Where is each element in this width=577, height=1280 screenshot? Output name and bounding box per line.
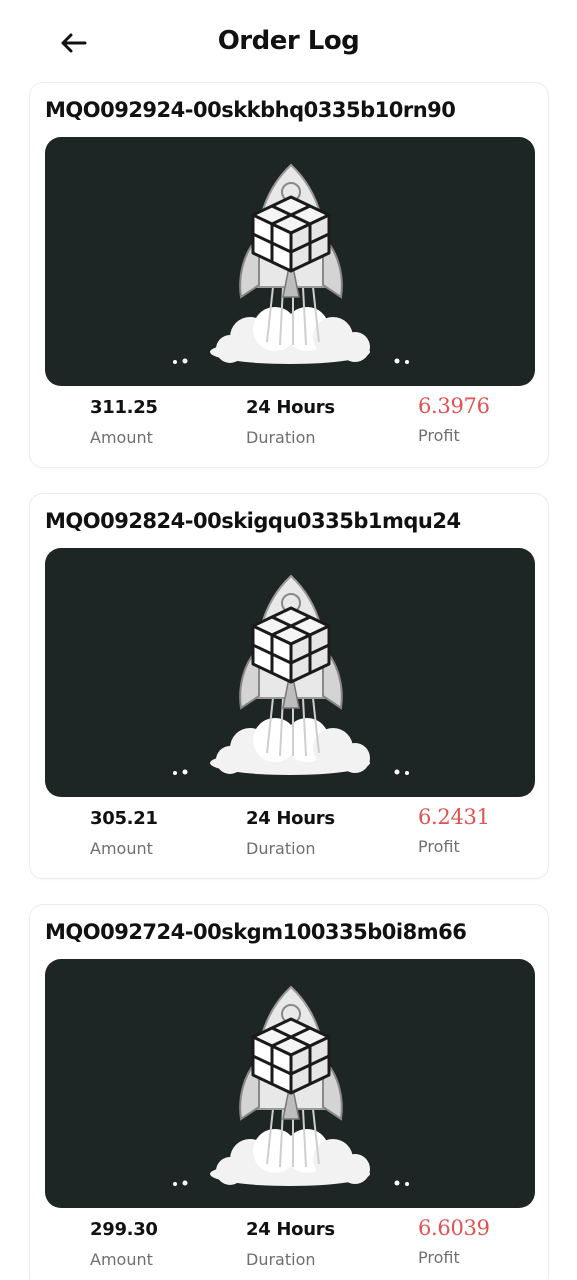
cloud-icon	[173, 1129, 409, 1186]
duration-label: Duration	[246, 428, 316, 447]
amount-value: 299.30	[90, 1219, 158, 1240]
cube-icon	[251, 1017, 331, 1095]
order-id: MQO092824-00skigqu0335b1mqu24	[45, 509, 461, 533]
order-id: MQO092724-00skgm100335b0i8m66	[45, 920, 467, 944]
profit-label: Profit	[418, 426, 460, 445]
cloud-icon	[173, 718, 409, 775]
order-card[interactable]: MQO092924-00skkbhq0335b10rn90 311.25 Amo…	[29, 82, 549, 468]
profit-stat: 6.2431 Profit	[418, 805, 490, 856]
amount-value: 305.21	[90, 808, 158, 829]
duration-stat: 24 Hours Duration	[246, 808, 335, 858]
amount-label: Amount	[90, 839, 153, 858]
duration-value: 24 Hours	[246, 397, 335, 418]
order-card[interactable]: MQO092824-00skigqu0335b1mqu24 305.21 Amo…	[29, 493, 549, 879]
amount-label: Amount	[90, 1250, 153, 1269]
profit-value: 6.3976	[418, 394, 490, 418]
duration-stat: 24 Hours Duration	[246, 397, 335, 447]
order-id: MQO092924-00skkbhq0335b10rn90	[45, 98, 456, 122]
profit-stat: 6.3976 Profit	[418, 394, 490, 445]
header: Order Log	[0, 0, 577, 82]
amount-stat: 299.30 Amount	[90, 1219, 158, 1269]
cloud-icon	[173, 307, 409, 364]
page-title: Order Log	[217, 26, 360, 56]
profit-label: Profit	[418, 837, 460, 856]
rocket-illustration	[45, 548, 535, 797]
rocket-illustration	[45, 137, 535, 386]
amount-value: 311.25	[90, 397, 158, 418]
profit-stat: 6.6039 Profit	[418, 1216, 490, 1267]
duration-stat: 24 Hours Duration	[246, 1219, 335, 1269]
duration-label: Duration	[246, 839, 316, 858]
amount-stat: 305.21 Amount	[90, 808, 158, 858]
profit-label: Profit	[418, 1248, 460, 1267]
amount-stat: 311.25 Amount	[90, 397, 158, 447]
duration-label: Duration	[246, 1250, 316, 1269]
cube-icon	[251, 606, 331, 684]
duration-value: 24 Hours	[246, 1219, 335, 1240]
profit-value: 6.2431	[418, 805, 490, 829]
profit-value: 6.6039	[418, 1216, 490, 1240]
rocket-illustration	[45, 959, 535, 1208]
cube-icon	[251, 195, 331, 273]
duration-value: 24 Hours	[246, 808, 335, 829]
amount-label: Amount	[90, 428, 153, 447]
order-card[interactable]: MQO092724-00skgm100335b0i8m66 299.30 Amo…	[29, 904, 549, 1280]
